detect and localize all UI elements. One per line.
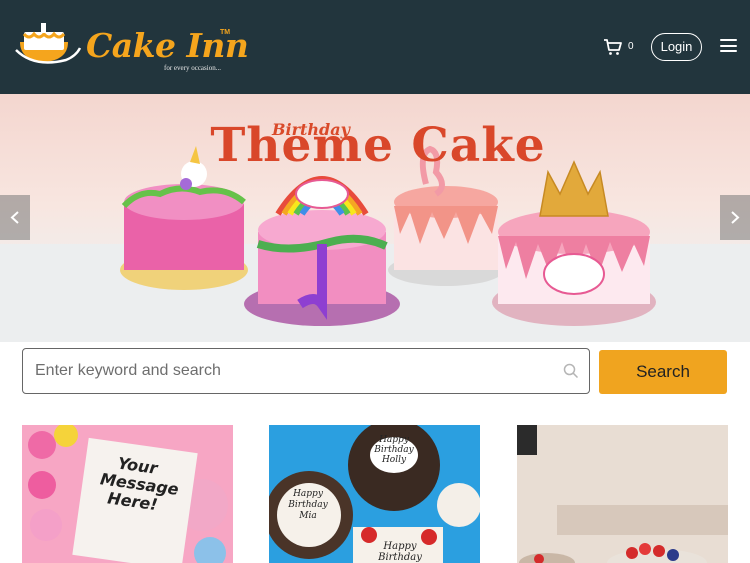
banner-subtitle: Birthday: [272, 120, 350, 139]
cake-message: Happy Birthday: [375, 541, 425, 563]
cake-message-line: Happy: [379, 435, 409, 445]
cart-count: 0: [628, 41, 634, 52]
logo-trademark: TM: [220, 29, 231, 36]
search-icon: [563, 363, 579, 379]
hero-banner: Theme Cake Birthday: [0, 94, 750, 342]
menu-icon[interactable]: [720, 39, 737, 53]
search-button[interactable]: Search: [599, 350, 727, 394]
carousel-prev-button[interactable]: [0, 195, 30, 240]
login-button[interactable]: Login: [651, 33, 702, 61]
cake-message: Happy Birthday Holly: [371, 435, 417, 465]
cake-message-line: Happy: [293, 489, 323, 499]
cake-inn-logo[interactable]: Cake Inn TM for every occasion...: [14, 20, 249, 76]
chevron-left-icon: [10, 211, 19, 224]
cart-icon[interactable]: [603, 37, 623, 57]
cake-logo-icon: [15, 23, 82, 64]
cake-message-line: Holly: [381, 455, 407, 465]
product-card[interactable]: Your Message Here!: [22, 425, 233, 563]
cake-message-line: Happy: [383, 541, 417, 552]
cake-message: Your Message Here!: [97, 452, 180, 515]
cake-message-line: Birthday: [374, 445, 414, 455]
product-card[interactable]: Happy Birthday Holly Happy Birthday Mia …: [269, 425, 480, 563]
cake-message-line: Birthday: [378, 552, 422, 563]
cake-message: Happy Birthday Mia: [283, 489, 333, 522]
search-input[interactable]: [23, 349, 553, 392]
banner-title: Theme Cake: [210, 118, 546, 173]
logo-tagline: for every occasion...: [164, 64, 221, 72]
product-image: [517, 425, 728, 563]
product-card[interactable]: [517, 425, 728, 563]
search-box: [22, 348, 590, 394]
site-header: Cake Inn TM for every occasion... 0 Logi…: [0, 0, 750, 94]
cake-message-line: Mia: [299, 511, 317, 521]
cake-message-line: Birthday: [288, 500, 328, 510]
chevron-right-icon: [731, 211, 740, 224]
carousel-next-button[interactable]: [720, 195, 750, 240]
